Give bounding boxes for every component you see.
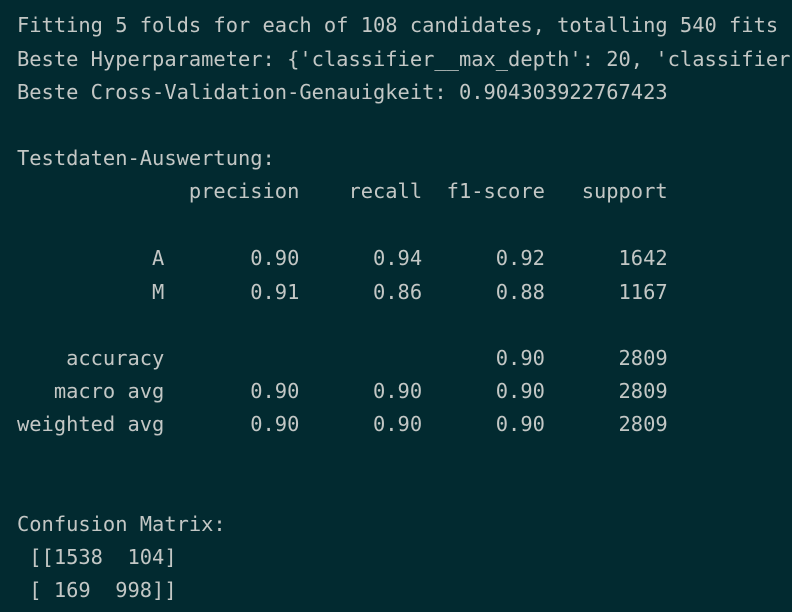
report-row-class-a: A 0.90 0.94 0.92 1642	[17, 246, 668, 270]
output-line-test-eval-heading: Testdaten-Auswertung:	[17, 146, 275, 170]
output-line-fitting: Fitting 5 folds for each of 108 candidat…	[17, 13, 779, 37]
confusion-matrix-row-1: [[1538 104]	[17, 545, 177, 569]
output-line-best-params: Beste Hyperparameter: {'classifier__max_…	[17, 47, 791, 71]
output-line-best-cv-accuracy: Beste Cross-Validation-Genauigkeit: 0.90…	[17, 80, 668, 104]
terminal-output[interactable]: Fitting 5 folds for each of 108 candidat…	[0, 0, 792, 612]
confusion-matrix-heading: Confusion Matrix:	[17, 512, 226, 536]
report-row-accuracy: accuracy 0.90 2809	[17, 346, 668, 370]
report-row-class-m: M 0.91 0.86 0.88 1167	[17, 280, 668, 304]
report-header-row: precision recall f1-score support	[17, 179, 668, 203]
confusion-matrix-row-2: [ 169 998]]	[17, 578, 177, 602]
report-row-macro-avg: macro avg 0.90 0.90 0.90 2809	[17, 379, 668, 403]
report-row-weighted-avg: weighted avg 0.90 0.90 0.90 2809	[17, 412, 668, 436]
